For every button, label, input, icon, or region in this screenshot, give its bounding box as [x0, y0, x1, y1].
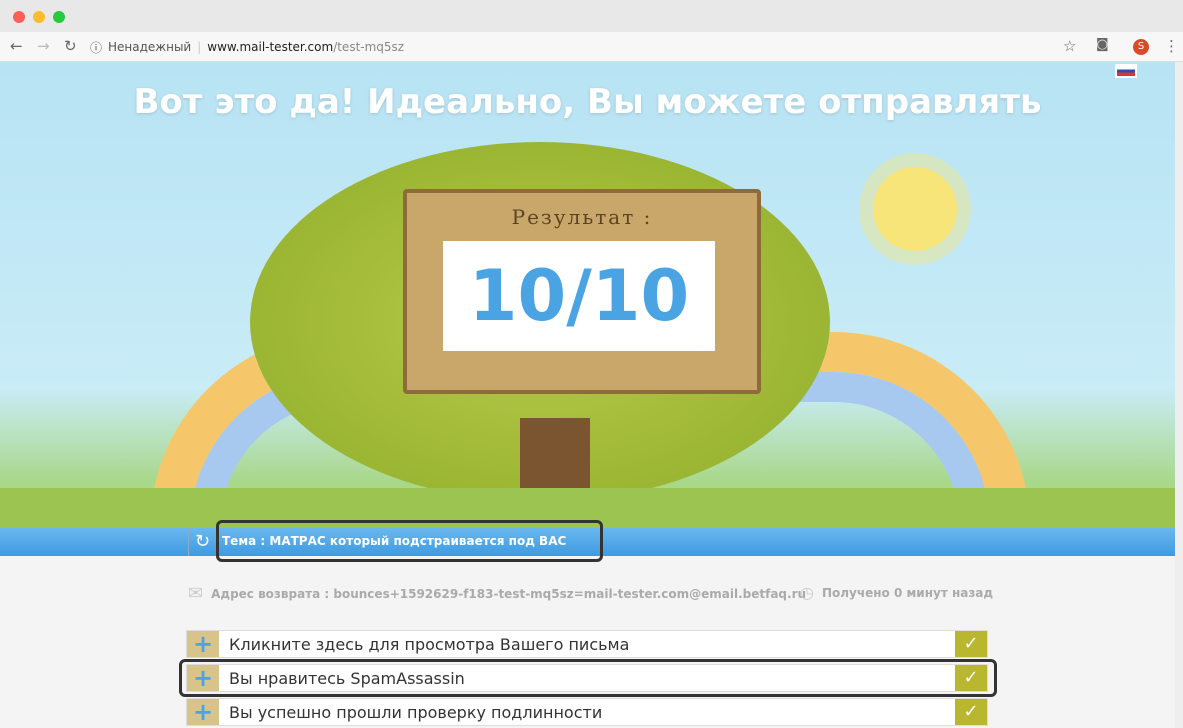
received-time: ◷ Получено 0 минут назад [800, 583, 993, 602]
score: 10/10 [443, 241, 715, 351]
forward-icon[interactable]: → [37, 37, 50, 55]
close-window-button[interactable] [13, 11, 25, 23]
menu-icon[interactable]: ⋮ [1164, 37, 1179, 55]
camera-icon[interactable]: ◙ [1096, 37, 1109, 52]
info-icon: ⓘ [90, 40, 103, 55]
highlight-subject [216, 520, 603, 562]
result-label: Результат : [511, 205, 653, 229]
scrollbar[interactable] [1175, 62, 1183, 728]
result-label: Вы успешно прошли проверку подлинности [229, 702, 603, 722]
back-icon[interactable]: ← [10, 37, 23, 55]
received-text: Получено 0 минут назад [821, 585, 994, 600]
maximize-window-button[interactable] [53, 11, 65, 23]
browser-toolbar: ← → ↻ ⓘ Ненадежный | www.mail-tester.com… [0, 32, 1183, 62]
url-host: www.mail-tester.com [207, 40, 334, 54]
reload-icon[interactable]: ↻ [64, 37, 77, 55]
result-row[interactable]: + Вы успешно прошли проверку подлинности… [186, 698, 988, 726]
result-label: Кликните здесь для просмотра Вашего пись… [229, 634, 630, 654]
highlight-spamassassin [179, 659, 997, 697]
page-title: Вот это да! Идеально, Вы можете отправля… [133, 82, 1042, 122]
result-row[interactable]: + Кликните здесь для просмотра Вашего пи… [186, 630, 988, 658]
plus-icon[interactable]: + [187, 699, 219, 725]
profile-avatar[interactable]: S [1133, 39, 1149, 55]
url-divider: | [197, 40, 202, 54]
envelope-icon: ✉ [188, 583, 204, 604]
minimize-window-button[interactable] [33, 11, 45, 23]
security-label: Ненадежный [108, 40, 192, 54]
return-path-text: Адрес возврата : bounces+1592629-f183-te… [211, 586, 807, 601]
plus-icon[interactable]: + [187, 631, 219, 657]
sun-illustration [873, 167, 957, 251]
url-path: /test-mq5sz [333, 40, 405, 54]
clock-icon: ◷ [800, 583, 814, 602]
check-icon: ✓ [955, 699, 987, 725]
result-sign: Результат : 10/10 [403, 189, 761, 394]
window-titlebar [0, 0, 1183, 32]
return-path: ✉ Адрес возврата : bounces+1592629-f183-… [188, 583, 806, 604]
address-bar[interactable]: ⓘ Ненадежный | www.mail-tester.com/test-… [90, 35, 1050, 59]
language-flag-ru[interactable] [1115, 64, 1137, 78]
refresh-icon[interactable]: ↻ [188, 528, 216, 556]
result-hero: Результат : 10/10 Вот это да! Идеально, … [0, 62, 1175, 528]
star-icon[interactable]: ☆ [1063, 37, 1076, 55]
check-icon: ✓ [955, 631, 987, 657]
